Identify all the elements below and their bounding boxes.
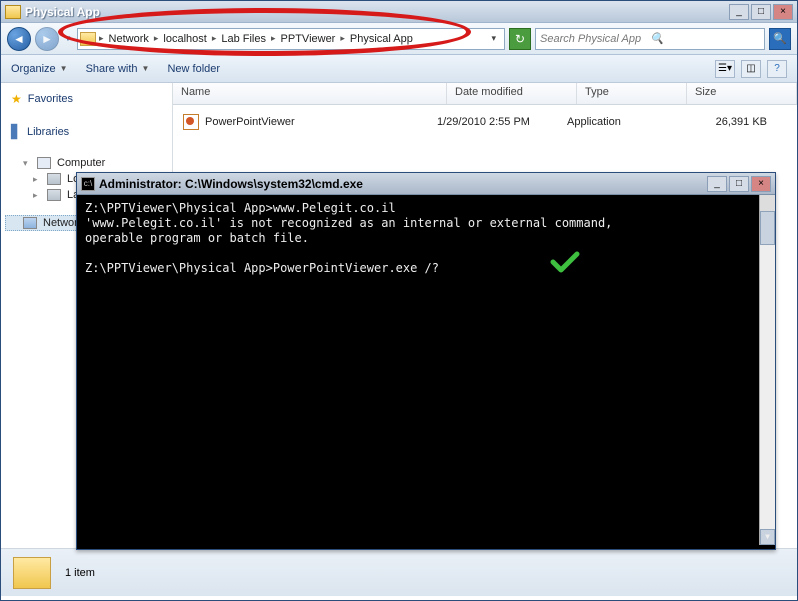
folder-icon [80,32,96,46]
search-placeholder: Search Physical App [540,33,650,45]
window-title: Physical App [25,5,729,19]
maximize-button[interactable]: □ [751,4,771,20]
favorites-header[interactable]: ★ Favorites [5,89,168,109]
forward-button[interactable]: ► [35,27,59,51]
cmd-icon: c:\ [81,177,95,191]
refresh-button[interactable]: ↻ [509,28,531,50]
breadcrumb-pptviewer[interactable]: PPTViewer [277,33,340,45]
scroll-down-button[interactable]: ▼ [760,529,775,545]
column-type[interactable]: Type [577,83,687,104]
collapse-icon[interactable]: ▾ [23,158,31,169]
file-row[interactable]: PowerPointViewer 1/29/2010 2:55 PM Appli… [175,111,795,133]
breadcrumb-dropdown[interactable]: ▾ [485,33,502,44]
preview-pane-button[interactable]: ◫ [741,60,761,78]
folder-icon [5,5,21,19]
expand-icon[interactable]: ▸ [33,174,41,185]
file-date: 1/29/2010 2:55 PM [437,116,567,128]
column-headers: Name Date modified Type Size [173,83,797,105]
folder-icon [13,557,51,589]
file-size: 26,391 KB [677,116,787,128]
command-toolbar: Organize▼ Share with▼ New folder ☰▾ ◫ ? [1,55,797,83]
search-input[interactable]: Search Physical App 🔍 [535,28,765,50]
libraries-icon: ▋ [11,124,21,140]
sidebar-computer[interactable]: ▾ Computer [5,155,168,171]
cmd-scrollbar[interactable]: ▲ ▼ [759,195,775,545]
drive-icon [47,173,61,185]
cmd-maximize-button[interactable]: □ [729,176,749,192]
details-pane: 1 item [1,548,797,596]
explorer-titlebar[interactable]: Physical App _ □ × [1,1,797,23]
close-button[interactable]: × [773,4,793,20]
column-date[interactable]: Date modified [447,83,577,104]
cmd-titlebar[interactable]: c:\ Administrator: C:\Windows\system32\c… [77,173,775,195]
breadcrumb-physicalapp[interactable]: Physical App [346,33,417,45]
details-count: 1 item [65,567,95,579]
drive-icon [47,189,61,201]
cmd-minimize-button[interactable]: _ [707,176,727,192]
help-button[interactable]: ? [767,60,787,78]
search-icon: 🔍 [650,32,760,45]
file-type: Application [567,116,677,128]
scroll-track[interactable] [760,211,775,529]
cmd-title-text: Administrator: C:\Windows\system32\cmd.e… [99,177,703,191]
application-icon [183,114,199,130]
check-icon [550,250,580,274]
network-icon [23,217,37,229]
libraries-header[interactable]: ▋ Libraries [5,121,168,143]
breadcrumb-localhost[interactable]: localhost [159,33,210,45]
cmd-window[interactable]: c:\ Administrator: C:\Windows\system32\c… [76,172,776,550]
chevron-down-icon: ▼ [60,64,68,73]
breadcrumb-labfiles[interactable]: Lab Files [217,33,270,45]
breadcrumb-network[interactable]: Network [105,33,153,45]
column-name[interactable]: Name [173,83,447,104]
cmd-close-button[interactable]: × [751,176,771,192]
computer-icon [37,157,51,169]
organize-button[interactable]: Organize▼ [11,63,68,75]
file-name: PowerPointViewer [205,116,437,128]
share-button[interactable]: Share with▼ [86,63,150,75]
history-dropdown[interactable]: ▼ [63,27,73,51]
minimize-button[interactable]: _ [729,4,749,20]
back-button[interactable]: ◄ [7,27,31,51]
expand-icon[interactable]: ▸ [33,190,41,201]
view-options-button[interactable]: ☰▾ [715,60,735,78]
scroll-thumb[interactable] [760,211,775,245]
search-go-button[interactable]: 🔍 [769,28,791,50]
address-bar[interactable]: ▸ Network ▸ localhost ▸ Lab Files ▸ PPTV… [77,28,505,50]
navigation-bar: ◄ ► ▼ ▸ Network ▸ localhost ▸ Lab Files … [1,23,797,55]
star-icon: ★ [11,92,22,106]
column-size[interactable]: Size [687,83,797,104]
chevron-down-icon: ▼ [142,64,150,73]
cmd-output[interactable]: Z:\PPTViewer\Physical App>www.Pelegit.co… [77,195,775,545]
new-folder-button[interactable]: New folder [167,63,220,75]
